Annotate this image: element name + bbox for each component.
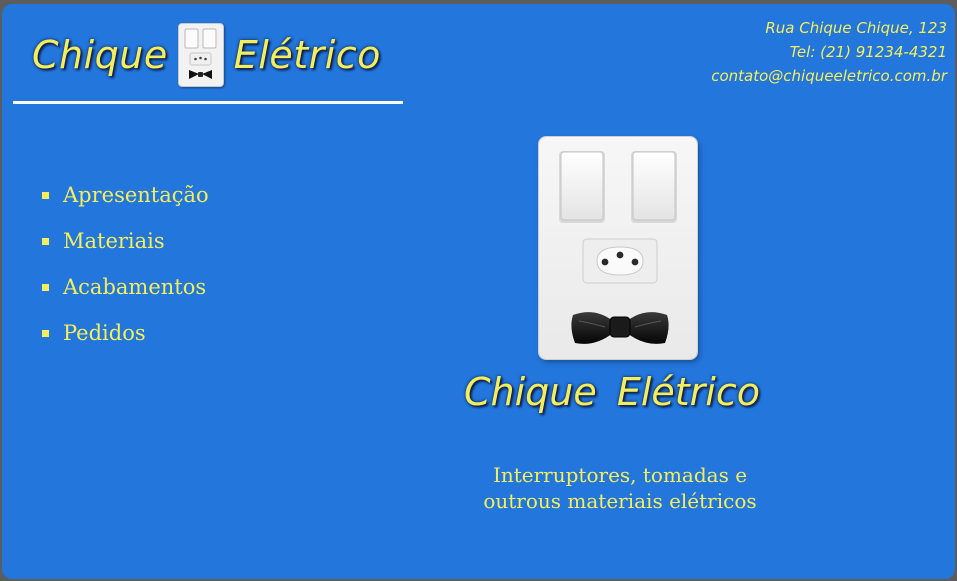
- bullet-icon: [42, 329, 49, 337]
- contact-address: Rua Chique Chique, 123: [765, 19, 947, 37]
- nav-item-materiais: Materiais: [42, 218, 209, 264]
- switch-plate-icon: [177, 23, 224, 87]
- contact-info: Rua Chique Chique, 123 Tel: (21) 91234-4…: [711, 16, 947, 88]
- hero-switch-plate-image: [539, 137, 697, 359]
- page-frame: Chique Elétrico Rua Chique Chique, 123 T…: [2, 4, 955, 579]
- nav-link-apresentacao[interactable]: Apresentação: [63, 183, 209, 207]
- nav-item-pedidos: Pedidos: [42, 310, 209, 356]
- bullet-icon: [42, 237, 49, 245]
- hero-tagline: Interruptores, tomadas e outrous materia…: [420, 462, 820, 514]
- header-divider: [13, 101, 403, 104]
- contact-phone: Tel: (21) 91234-4321: [789, 43, 947, 61]
- main-nav: Apresentação Materiais Acabamentos Pedid…: [42, 172, 209, 356]
- site-logo[interactable]: Chique Elétrico: [32, 20, 381, 90]
- bullet-icon: [42, 191, 49, 199]
- tagline-line-2: outrous materiais elétricos: [483, 489, 757, 513]
- nav-link-acabamentos[interactable]: Acabamentos: [63, 275, 206, 299]
- bullet-icon: [42, 283, 49, 291]
- nav-link-materiais[interactable]: Materiais: [63, 229, 165, 253]
- tagline-line-1: Interruptores, tomadas e: [492, 463, 748, 487]
- nav-item-acabamentos: Acabamentos: [42, 264, 209, 310]
- hero-title: Chique Elétrico: [464, 370, 761, 414]
- logo-text-right: Elétrico: [233, 33, 381, 77]
- nav-link-pedidos[interactable]: Pedidos: [63, 321, 146, 345]
- nav-item-apresentacao: Apresentação: [42, 172, 209, 218]
- logo-text-left: Chique: [32, 33, 168, 77]
- contact-email[interactable]: contato@chiqueeletrico.com.br: [711, 64, 947, 88]
